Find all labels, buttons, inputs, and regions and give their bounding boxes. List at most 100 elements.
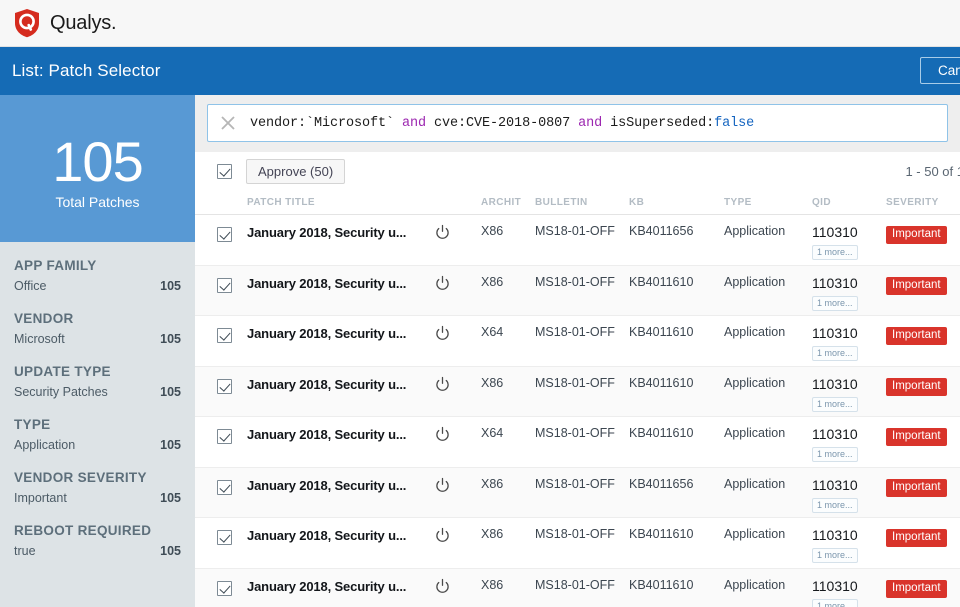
row-checkbox-cell xyxy=(217,325,247,343)
qualys-logo[interactable]: Qualys. xyxy=(13,8,116,38)
facet-item-label: Security Patches xyxy=(14,385,108,399)
table-row[interactable]: January 2018, Security u... X86 MS18-01-… xyxy=(195,468,960,519)
qid-more-badge[interactable]: 1 more... xyxy=(812,296,858,311)
column-header-bulletin[interactable]: BULLETIN xyxy=(535,197,629,208)
column-header-archit[interactable]: ARCHIT xyxy=(481,197,535,208)
facet-item[interactable]: Important 105 xyxy=(14,491,181,505)
column-header-kb[interactable]: KB xyxy=(629,197,724,208)
qid-more-badge[interactable]: 1 more... xyxy=(812,447,858,462)
power-icon xyxy=(434,477,451,494)
qid-text: 110310 xyxy=(812,527,886,543)
close-x-icon[interactable] xyxy=(218,113,238,133)
facet-item[interactable]: Office 105 xyxy=(14,279,181,293)
status-badge: Important xyxy=(886,479,947,497)
page-title-bar: List: Patch Selector Cancel xyxy=(0,47,960,95)
row-select-checkbox[interactable] xyxy=(217,480,232,495)
patch-table: PATCH TITLE ARCHIT BULLETIN KB TYPE QID … xyxy=(195,190,960,607)
patch-title-text: January 2018, Security u... xyxy=(247,579,406,594)
status-badge: Important xyxy=(886,277,947,295)
total-patches-count: 105 xyxy=(52,133,142,191)
type-cell: Application xyxy=(724,275,812,289)
table-row[interactable]: January 2018, Security u... X86 MS18-01-… xyxy=(195,518,960,569)
row-select-checkbox[interactable] xyxy=(217,328,232,343)
architecture-cell: X64 xyxy=(481,325,535,339)
facet-vendor: VENDOR Microsoft 105 xyxy=(14,311,181,346)
row-checkbox-cell xyxy=(217,527,247,545)
qid-text: 110310 xyxy=(812,376,886,392)
search-input[interactable]: vendor:`Microsoft` and cve:CVE-2018-0807… xyxy=(207,104,948,142)
power-icon xyxy=(434,426,451,443)
facet-item-label: Application xyxy=(14,438,75,452)
status-badge: Important xyxy=(886,327,947,345)
approve-button[interactable]: Approve (50) xyxy=(246,159,345,184)
facet-item-label: Important xyxy=(14,491,67,505)
facet-item[interactable]: Microsoft 105 xyxy=(14,332,181,346)
row-select-checkbox[interactable] xyxy=(217,278,232,293)
type-cell: Application xyxy=(724,426,812,440)
severity-cell: Important xyxy=(886,578,960,598)
qid-cell: 110310 1 more... xyxy=(812,376,886,412)
bulletin-cell: MS18-01-OFF xyxy=(535,325,629,339)
patch-title-text: January 2018, Security u... xyxy=(247,427,406,442)
facet-item-count: 105 xyxy=(160,385,181,399)
column-header-severity[interactable]: SEVERITY xyxy=(886,197,960,208)
brand-name: Qualys. xyxy=(50,12,116,35)
power-icon xyxy=(434,527,451,544)
severity-cell: Important xyxy=(886,426,960,446)
table-row[interactable]: January 2018, Security u... X64 MS18-01-… xyxy=(195,316,960,367)
query-operator: and xyxy=(578,116,602,131)
patch-title-cell: January 2018, Security u... xyxy=(247,527,434,545)
qid-more-badge[interactable]: 1 more... xyxy=(812,397,858,412)
qid-more-badge[interactable]: 1 more... xyxy=(812,245,858,260)
architecture-cell: X64 xyxy=(481,426,535,440)
facet-item-count: 105 xyxy=(160,491,181,505)
bulletin-cell: MS18-01-OFF xyxy=(535,426,629,440)
facet-item-count: 105 xyxy=(160,544,181,558)
reboot-required-cell xyxy=(434,376,481,393)
row-select-checkbox[interactable] xyxy=(217,530,232,545)
kb-cell: KB4011610 xyxy=(629,275,724,289)
status-badge: Important xyxy=(886,580,947,598)
architecture-cell: X86 xyxy=(481,527,535,541)
qid-cell: 110310 1 more... xyxy=(812,578,886,607)
query-part: vendor:`Microsoft` xyxy=(250,116,402,131)
column-header-patch-title[interactable]: PATCH TITLE xyxy=(247,197,434,208)
brand-bar: Qualys. xyxy=(0,0,960,47)
table-row[interactable]: January 2018, Security u... X86 MS18-01-… xyxy=(195,569,960,607)
bulletin-cell: MS18-01-OFF xyxy=(535,527,629,541)
table-row[interactable]: January 2018, Security u... X86 MS18-01-… xyxy=(195,266,960,317)
row-select-checkbox[interactable] xyxy=(217,379,232,394)
patch-title-text: January 2018, Security u... xyxy=(247,276,406,291)
power-icon xyxy=(434,275,451,292)
column-header-qid[interactable]: QID xyxy=(812,197,886,208)
status-badge: Important xyxy=(886,378,947,396)
table-row[interactable]: January 2018, Security u... X64 MS18-01-… xyxy=(195,417,960,468)
facet-item[interactable]: Security Patches 105 xyxy=(14,385,181,399)
qid-more-badge[interactable]: 1 more... xyxy=(812,548,858,563)
patch-title-text: January 2018, Security u... xyxy=(247,225,406,240)
bulletin-cell: MS18-01-OFF xyxy=(535,376,629,390)
row-select-checkbox[interactable] xyxy=(217,581,232,596)
table-row[interactable]: January 2018, Security u... X86 MS18-01-… xyxy=(195,367,960,418)
facet-item[interactable]: true 105 xyxy=(14,544,181,558)
reboot-required-cell xyxy=(434,224,481,241)
cancel-button[interactable]: Cancel xyxy=(920,57,960,84)
severity-cell: Important xyxy=(886,325,960,345)
facet-title: UPDATE TYPE xyxy=(14,364,181,379)
qid-more-badge[interactable]: 1 more... xyxy=(812,346,858,361)
qid-more-badge[interactable]: 1 more... xyxy=(812,599,858,607)
main-panel: vendor:`Microsoft` and cve:CVE-2018-0807… xyxy=(195,95,960,607)
row-checkbox-cell xyxy=(217,224,247,242)
facet-title: APP FAMILY xyxy=(14,258,181,273)
table-row[interactable]: January 2018, Security u... X86 MS18-01-… xyxy=(195,215,960,266)
qid-cell: 110310 1 more... xyxy=(812,325,886,361)
facet-title: TYPE xyxy=(14,417,181,432)
column-header-type[interactable]: TYPE xyxy=(724,197,812,208)
facet-item[interactable]: Application 105 xyxy=(14,438,181,452)
row-select-checkbox[interactable] xyxy=(217,429,232,444)
select-all-checkbox[interactable] xyxy=(217,164,232,179)
row-select-checkbox[interactable] xyxy=(217,227,232,242)
qid-more-badge[interactable]: 1 more... xyxy=(812,498,858,513)
qid-cell: 110310 1 more... xyxy=(812,426,886,462)
row-checkbox-cell xyxy=(217,376,247,394)
